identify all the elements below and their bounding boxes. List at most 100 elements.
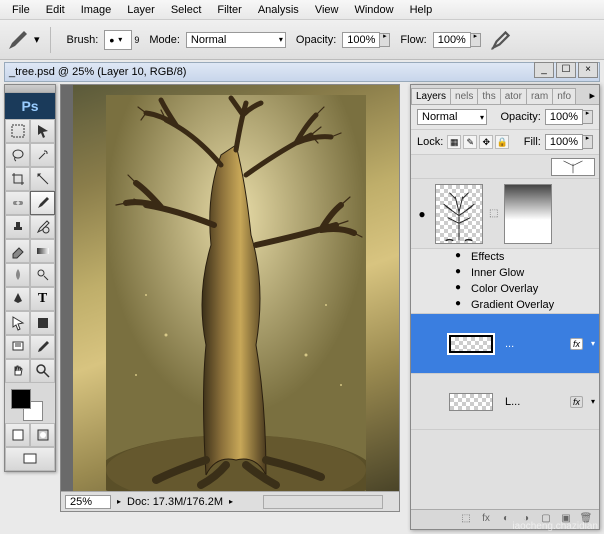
layer-row[interactable]: ● ⬚ <box>411 179 599 249</box>
visibility-icon[interactable] <box>415 337 429 351</box>
mode-select[interactable]: Normal▾ <box>186 32 286 48</box>
fx-badge[interactable]: fx <box>570 396 583 408</box>
layer-thumb[interactable] <box>449 335 493 353</box>
menu-analysis[interactable]: Analysis <box>250 2 307 18</box>
lock-position-icon[interactable]: ✥ <box>479 135 493 149</box>
visibility-icon[interactable]: ● <box>451 298 465 312</box>
menu-image[interactable]: Image <box>73 2 120 18</box>
layer-opacity-field[interactable]: 100% <box>545 109 583 125</box>
opacity-field[interactable]: 100% <box>342 32 380 48</box>
layer-name[interactable]: L... <box>505 396 520 408</box>
lock-pixels-icon[interactable]: ✎ <box>463 135 477 149</box>
menu-file[interactable]: File <box>4 2 38 18</box>
lock-all-icon[interactable]: 🔒 <box>495 135 509 149</box>
layer-thumb[interactable] <box>449 393 493 411</box>
layer-opacity-stepper[interactable]: ▸ <box>583 110 593 124</box>
document-titlebar[interactable]: _tree.psd @ 25% (Layer 10, RGB/8) <box>4 62 600 82</box>
visibility-icon[interactable] <box>415 160 429 174</box>
close-button[interactable]: × <box>578 62 598 78</box>
visibility-icon[interactable]: ● <box>451 282 465 296</box>
quickmask-mode[interactable] <box>30 423 55 447</box>
fx-expand-arrow[interactable]: ▾ <box>591 339 595 348</box>
effect-color-overlay[interactable]: Color Overlay <box>471 283 538 295</box>
fx-expand-arrow[interactable]: ▾ <box>591 397 595 406</box>
layer-style-icon[interactable]: fx <box>479 513 493 527</box>
link-icon[interactable]: ⬚ <box>489 208 498 219</box>
foreground-swatch[interactable] <box>11 389 31 409</box>
flow-stepper[interactable]: ▸ <box>471 33 481 47</box>
eraser-tool[interactable] <box>5 239 30 263</box>
move-tool[interactable] <box>30 119 55 143</box>
mask-thumb[interactable] <box>504 184 552 244</box>
toolbox-handle[interactable] <box>5 85 55 93</box>
menu-help[interactable]: Help <box>402 2 441 18</box>
tool-preset-arrow[interactable]: ▾ <box>34 33 40 46</box>
brush-preset-picker[interactable]: • ▾ <box>104 30 132 50</box>
menu-layer[interactable]: Layer <box>119 2 163 18</box>
panel-menu-icon[interactable]: ▸ <box>585 87 599 104</box>
menu-filter[interactable]: Filter <box>209 2 249 18</box>
wand-tool[interactable] <box>30 143 55 167</box>
blur-tool[interactable] <box>5 263 30 287</box>
scrollbar-horizontal[interactable] <box>263 495 383 509</box>
visibility-icon[interactable] <box>415 395 429 409</box>
layer-name[interactable]: ... <box>505 338 514 350</box>
menu-window[interactable]: Window <box>346 2 401 18</box>
heal-tool[interactable] <box>5 191 30 215</box>
effect-gradient-overlay[interactable]: Gradient Overlay <box>471 299 554 311</box>
eyedropper-tool[interactable] <box>30 335 55 359</box>
zoom-tool[interactable] <box>30 359 55 383</box>
visibility-icon[interactable]: ● <box>451 250 465 264</box>
effects-label[interactable]: Effects <box>471 251 504 263</box>
brush-tool-icon[interactable] <box>6 28 30 52</box>
gradient-tool[interactable] <box>30 239 55 263</box>
shape-tool[interactable] <box>30 311 55 335</box>
layer-row-selected[interactable]: ... fx ▾ <box>411 314 599 374</box>
history-brush-tool[interactable] <box>30 215 55 239</box>
notes-tool[interactable] <box>5 335 30 359</box>
screen-mode[interactable] <box>5 447 55 471</box>
layer-row[interactable] <box>411 155 599 179</box>
standard-mode[interactable] <box>5 423 30 447</box>
menu-edit[interactable]: Edit <box>38 2 73 18</box>
slice-tool[interactable] <box>30 167 55 191</box>
layer-thumb[interactable] <box>435 184 483 244</box>
minimize-button[interactable]: _ <box>534 62 554 78</box>
layer-thumb[interactable] <box>551 158 595 176</box>
color-swatches[interactable] <box>5 383 55 423</box>
tab-channels[interactable]: nels <box>450 88 478 104</box>
zoom-field[interactable]: 25% <box>65 495 111 509</box>
opacity-stepper[interactable]: ▸ <box>380 33 390 47</box>
tab-layers[interactable]: Layers <box>411 88 451 104</box>
maximize-button[interactable]: ☐ <box>556 62 576 78</box>
tab-paths[interactable]: ths <box>477 88 500 104</box>
fill-field[interactable]: 100% <box>545 134 583 150</box>
link-layers-icon[interactable]: ⬚ <box>459 513 473 527</box>
status-arrow[interactable]: ▸ <box>229 497 233 506</box>
layer-mask-icon[interactable]: ◐ <box>499 513 513 527</box>
pen-tool[interactable] <box>5 287 30 311</box>
lock-transparency-icon[interactable]: ▦ <box>447 135 461 149</box>
blend-mode-select[interactable]: Normal▾ <box>417 109 487 125</box>
hand-tool[interactable] <box>5 359 30 383</box>
crop-tool[interactable] <box>5 167 30 191</box>
zoom-arrow[interactable]: ▸ <box>117 497 121 506</box>
airbrush-icon[interactable] <box>489 28 513 52</box>
marquee-tool[interactable] <box>5 119 30 143</box>
layer-row[interactable]: L... fx ▾ <box>411 374 599 430</box>
fill-stepper[interactable]: ▸ <box>583 135 593 149</box>
tab-navigator[interactable]: ator <box>500 88 527 104</box>
tab-info[interactable]: nfo <box>552 88 576 104</box>
stamp-tool[interactable] <box>5 215 30 239</box>
lasso-tool[interactable] <box>5 143 30 167</box>
type-tool[interactable]: T <box>30 287 55 311</box>
visibility-icon[interactable]: ● <box>451 266 465 280</box>
menu-view[interactable]: View <box>307 2 347 18</box>
tab-histogram[interactable]: ram <box>526 88 553 104</box>
flow-field[interactable]: 100% <box>433 32 471 48</box>
canvas[interactable] <box>73 85 399 491</box>
visibility-icon[interactable]: ● <box>415 207 429 221</box>
effect-inner-glow[interactable]: Inner Glow <box>471 267 524 279</box>
path-select-tool[interactable] <box>5 311 30 335</box>
dodge-tool[interactable] <box>30 263 55 287</box>
